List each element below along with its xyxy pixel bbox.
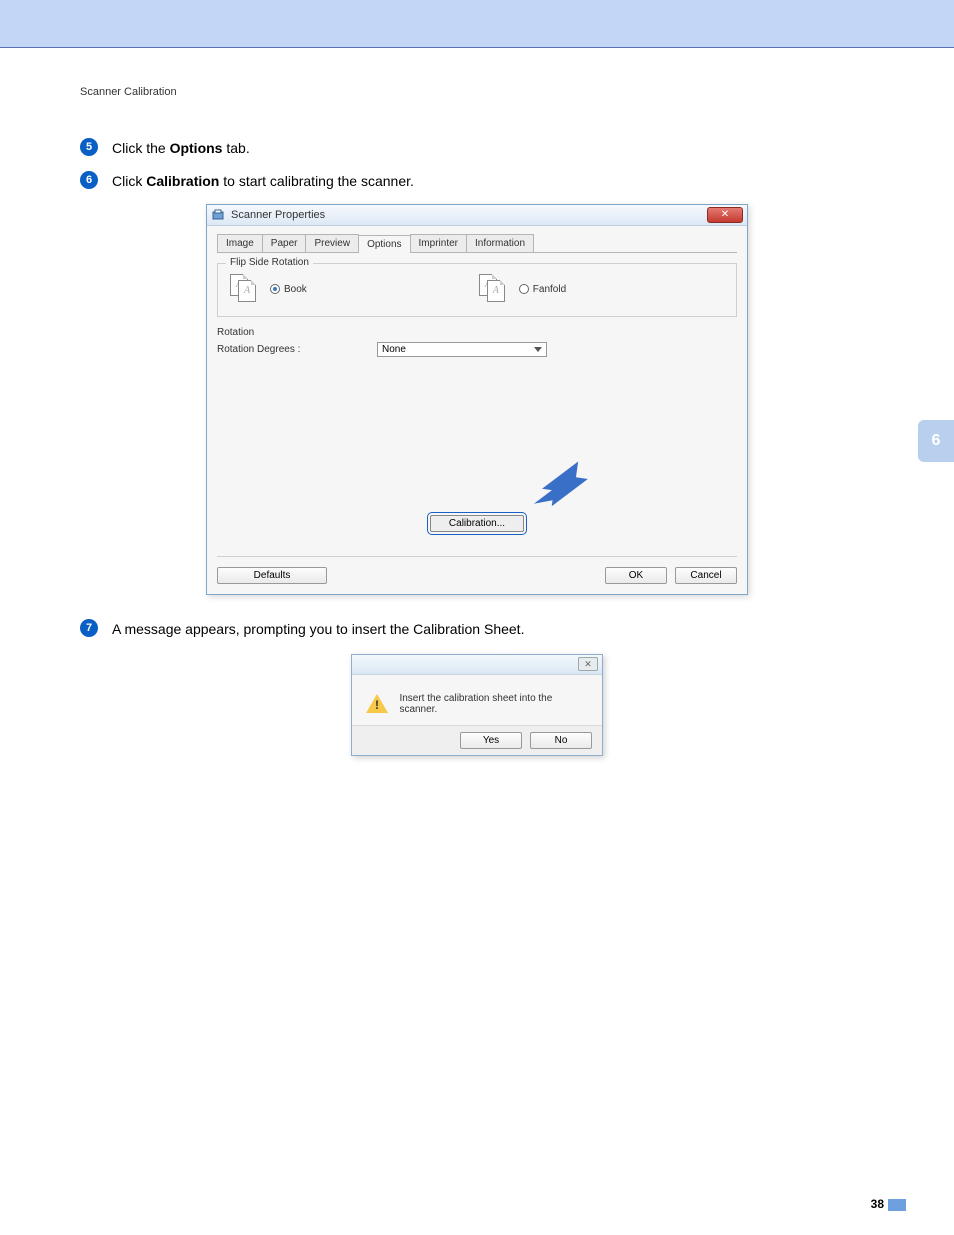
warning-icon: !	[366, 694, 387, 714]
step-6-text: Click Calibration to start calibrating t…	[112, 171, 414, 192]
scanner-properties-window: Scanner Properties ✕ Image Paper Preview…	[206, 204, 748, 595]
calibration-area: Calibration...	[217, 515, 737, 532]
step-5-bold: Options	[170, 140, 223, 156]
step-5-suffix: tab.	[222, 140, 249, 156]
step-badge-6: 6	[80, 171, 98, 189]
titlebar: Scanner Properties ✕	[207, 205, 747, 226]
defaults-button[interactable]: Defaults	[217, 567, 327, 584]
radio-fanfold-label: Fanfold	[533, 284, 566, 295]
step-6: 6 Click Calibration to start calibrating…	[80, 171, 874, 192]
step-6-suffix: to start calibrating the scanner.	[219, 173, 414, 189]
rotation-degrees-label: Rotation Degrees :	[217, 344, 357, 355]
tab-information[interactable]: Information	[466, 234, 534, 252]
radio-book[interactable]: Book	[270, 284, 307, 295]
step-6-prefix: Click	[112, 173, 146, 189]
dialog-button-row: Yes No	[352, 725, 602, 755]
step-6-bold: Calibration	[146, 173, 219, 189]
rotation-value: None	[382, 344, 406, 355]
dialog-message: Insert the calibration sheet into the sc…	[399, 693, 588, 715]
header-banner	[0, 0, 954, 48]
window-title: Scanner Properties	[231, 209, 325, 221]
radio-book-indicator	[270, 284, 280, 294]
radio-fanfold[interactable]: Fanfold	[519, 284, 566, 295]
fanfold-icon: AA	[479, 274, 509, 304]
cancel-button[interactable]: Cancel	[675, 567, 737, 584]
app-icon	[211, 208, 225, 222]
dialog-close-button[interactable]: ✕	[578, 657, 598, 671]
step-5: 5 Click the Options tab.	[80, 138, 874, 159]
rotation-row: Rotation Degrees : None	[217, 342, 737, 357]
calibration-button[interactable]: Calibration...	[430, 515, 524, 532]
no-button[interactable]: No	[530, 732, 592, 749]
dialog-titlebar: ✕	[352, 655, 602, 675]
step-7: 7 A message appears, prompting you to in…	[80, 619, 874, 640]
tab-paper[interactable]: Paper	[262, 234, 307, 252]
radio-fanfold-indicator	[519, 284, 529, 294]
step-5-prefix: Click the	[112, 140, 170, 156]
step-badge-5: 5	[80, 138, 98, 156]
ok-button[interactable]: OK	[605, 567, 667, 584]
insert-sheet-dialog: ✕ ! Insert the calibration sheet into th…	[351, 654, 603, 756]
fanfold-option-group: AA Fanfold	[479, 274, 566, 304]
tab-options[interactable]: Options	[358, 235, 410, 253]
step-badge-7: 7	[80, 619, 98, 637]
chapter-tab: 6	[918, 420, 954, 462]
close-button[interactable]: ✕	[707, 207, 743, 223]
book-option-group: AA Book	[230, 274, 307, 304]
tab-imprinter[interactable]: Imprinter	[410, 234, 467, 252]
page-number: 38	[871, 1197, 884, 1211]
tab-image[interactable]: Image	[217, 234, 263, 252]
step-5-text: Click the Options tab.	[112, 138, 250, 159]
rotation-dropdown[interactable]: None	[377, 342, 547, 357]
flip-side-rotation-group: Flip Side Rotation AA Book AA	[217, 263, 737, 317]
pointer-arrow-icon	[529, 453, 589, 513]
tab-preview[interactable]: Preview	[305, 234, 359, 252]
flip-side-legend: Flip Side Rotation	[226, 257, 313, 268]
book-icon: AA	[230, 274, 260, 304]
chevron-down-icon	[534, 347, 542, 352]
radio-book-label: Book	[284, 284, 307, 295]
yes-button[interactable]: Yes	[460, 732, 522, 749]
page-number-bar	[888, 1199, 906, 1211]
tab-strip: Image Paper Preview Options Imprinter In…	[217, 234, 737, 253]
rotation-heading: Rotation	[217, 327, 737, 338]
section-title: Scanner Calibration	[80, 86, 874, 98]
bottom-button-row: Defaults OK Cancel	[217, 556, 737, 584]
step-7-text: A message appears, prompting you to inse…	[112, 619, 524, 640]
